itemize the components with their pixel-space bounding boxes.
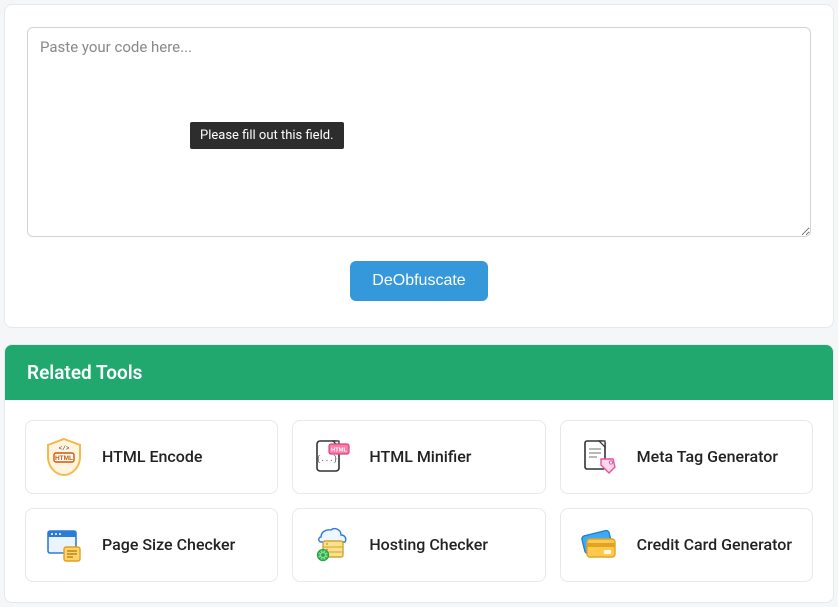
svg-text:</>: </> xyxy=(59,445,70,452)
tool-label: HTML Encode xyxy=(102,447,202,467)
tool-grid: HTML </> HTML Encode {...} HTML HTML Min… xyxy=(5,400,833,602)
credit-card-icon xyxy=(577,523,621,567)
page-size-icon xyxy=(42,523,86,567)
tool-meta-tag-generator[interactable]: Meta Tag Generator xyxy=(560,420,813,494)
tool-credit-card-generator[interactable]: Credit Card Generator xyxy=(560,508,813,582)
tool-label: Hosting Checker xyxy=(369,535,488,555)
hosting-checker-icon xyxy=(309,523,353,567)
deobfuscate-button[interactable]: DeObfuscate xyxy=(350,261,487,301)
html-minifier-icon: {...} HTML xyxy=(309,435,353,479)
tool-hosting-checker[interactable]: Hosting Checker xyxy=(292,508,545,582)
svg-text:HTML: HTML xyxy=(55,455,73,462)
tool-html-minifier[interactable]: {...} HTML HTML Minifier xyxy=(292,420,545,494)
tool-label: Credit Card Generator xyxy=(637,535,792,555)
svg-text:HTML: HTML xyxy=(331,448,348,454)
tool-label: Meta Tag Generator xyxy=(637,447,778,467)
tool-label: HTML Minifier xyxy=(369,447,471,467)
meta-tag-icon xyxy=(577,435,621,479)
code-input[interactable] xyxy=(27,27,811,237)
deobfuscate-panel: Please fill out this field. DeObfuscate xyxy=(4,4,834,328)
related-tools-section: Related Tools HTML </> HTML Encode {...} xyxy=(4,344,834,603)
tool-page-size-checker[interactable]: Page Size Checker xyxy=(25,508,278,582)
html-encode-icon: HTML </> xyxy=(42,435,86,479)
tool-html-encode[interactable]: HTML </> HTML Encode xyxy=(25,420,278,494)
related-tools-title: Related Tools xyxy=(5,345,833,400)
svg-text:{...}: {...} xyxy=(317,456,338,464)
submit-row: DeObfuscate xyxy=(27,261,811,301)
tool-label: Page Size Checker xyxy=(102,535,235,555)
